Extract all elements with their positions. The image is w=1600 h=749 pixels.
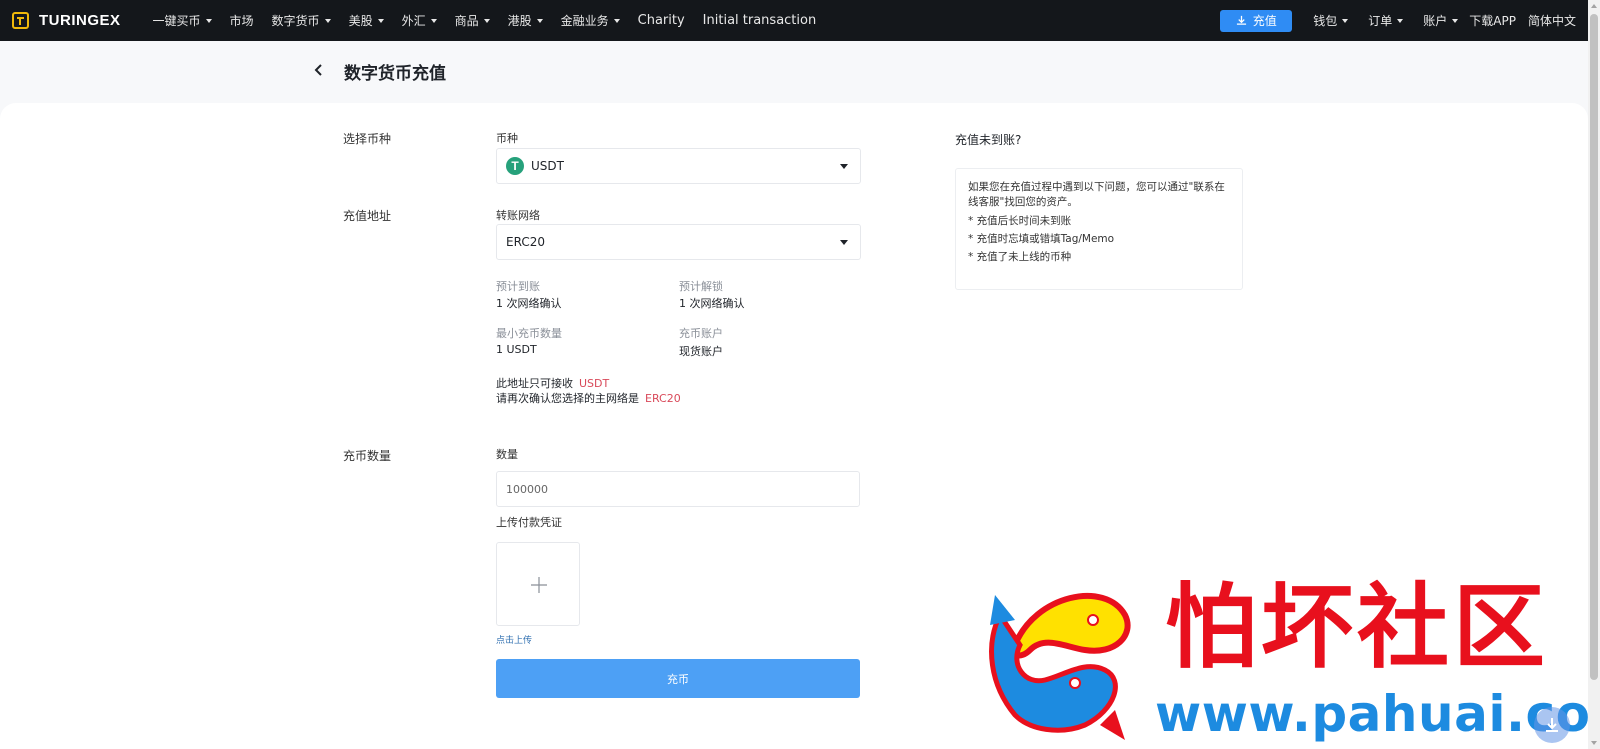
- page-title: 数字货币充值: [344, 64, 446, 84]
- upload-button[interactable]: [496, 542, 580, 626]
- unlock-value: 1 次网络确认: [679, 297, 745, 310]
- nav-item-hk-stocks[interactable]: 港股: [508, 12, 543, 29]
- upload-field-label: 上传付款凭证: [496, 516, 562, 529]
- tether-icon: T: [506, 157, 524, 175]
- chevron-down-icon: [536, 18, 543, 23]
- floating-action-button[interactable]: [1534, 707, 1570, 743]
- nav-item-account[interactable]: 账户: [1423, 12, 1459, 29]
- nav-item-market[interactable]: 市场: [230, 12, 254, 29]
- arrival-label: 预计到账: [496, 280, 540, 293]
- chevron-down-icon: [205, 18, 212, 23]
- logo-icon: [12, 12, 29, 29]
- watermark-fish-logo: [989, 592, 1131, 740]
- scrollbar-thumb[interactable]: [1590, 14, 1598, 680]
- coin-select[interactable]: T USDT: [496, 148, 861, 184]
- plus-icon: [531, 577, 547, 593]
- chevron-down-icon: [1342, 18, 1349, 23]
- help-item: * 充值了未上线的币种: [968, 251, 1072, 263]
- coin-select-value: USDT: [531, 159, 564, 173]
- deposit-button[interactable]: 充值: [1220, 9, 1293, 32]
- page-header: 数字货币充值: [0, 41, 1600, 103]
- quantity-input[interactable]: [496, 471, 860, 507]
- help-box: 如果您在充值过程中遇到以下问题，您可以通过"联系在线客服"找回您的资产。 * 充…: [955, 168, 1243, 290]
- chevron-down-icon: [430, 18, 437, 23]
- network-select[interactable]: ERC20: [496, 224, 861, 260]
- submit-deposit-button[interactable]: 充币: [496, 659, 860, 698]
- chevron-down-icon: [613, 18, 620, 23]
- back-arrow-icon[interactable]: [312, 63, 326, 77]
- chevron-down-icon: [1452, 18, 1459, 23]
- nav-item-forex[interactable]: 外汇: [402, 12, 437, 29]
- nav-item-crypto[interactable]: 数字货币: [272, 12, 331, 29]
- nav-menu: 一键买币 市场 数字货币 美股 外汇 商品 港股 金融业务 Charity In…: [153, 12, 835, 29]
- dropdown-caret-icon: [840, 240, 848, 245]
- min-deposit-value: 1 USDT: [496, 343, 537, 356]
- logo-text: TURINGEX: [39, 12, 121, 29]
- nav-item-us-stocks[interactable]: 美股: [349, 12, 384, 29]
- section-label-select-coin: 选择币种: [343, 132, 392, 146]
- chevron-down-icon: [324, 18, 331, 23]
- top-nav: TURINGEX 一键买币 市场 数字货币 美股 外汇 商品 港股 金融业务 C…: [0, 0, 1600, 41]
- arrival-value: 1 次网络确认: [496, 297, 562, 310]
- network-field-label: 转账网络: [496, 209, 540, 222]
- unlock-label: 预计解锁: [679, 280, 723, 293]
- network-select-value: ERC20: [506, 235, 545, 249]
- chevron-down-icon: [1397, 18, 1404, 23]
- min-deposit-label: 最小充币数量: [496, 327, 562, 340]
- help-intro: 如果您在充值过程中遇到以下问题，您可以通过"联系在线客服"找回您的资产。: [968, 181, 1225, 208]
- nav-item-language[interactable]: 简体中文: [1528, 12, 1576, 29]
- deposit-account-value: 现货账户: [679, 345, 723, 358]
- section-label-address: 充值地址: [343, 209, 392, 223]
- qty-field-label: 数量: [496, 448, 518, 461]
- chevron-down-icon: [377, 18, 384, 23]
- dropdown-caret-icon: [840, 164, 848, 169]
- nav-item-charity[interactable]: Charity: [638, 13, 685, 28]
- coin-field-label: 币种: [496, 132, 518, 145]
- section-label-amount: 充币数量: [343, 449, 392, 463]
- help-item: * 充值后长时间未到账: [968, 215, 1072, 227]
- nav-item-finance[interactable]: 金融业务: [561, 12, 620, 29]
- scrollbar[interactable]: [1588, 0, 1600, 749]
- help-item: * 充值时忘填或错填Tag/Memo: [968, 233, 1115, 245]
- scroll-up-arrow-icon[interactable]: [1591, 4, 1597, 8]
- logo[interactable]: TURINGEX: [12, 12, 121, 29]
- help-title: 充值未到账?: [955, 133, 1022, 147]
- scroll-down-arrow-icon[interactable]: [1591, 741, 1597, 745]
- nav-right: 充值 钱包 订单 账户 下载APP 简体中文: [1220, 0, 1600, 41]
- download-icon: [1546, 718, 1558, 732]
- note-network-highlight: ERC20: [645, 392, 681, 405]
- deposit-account-label: 充币账户: [679, 327, 723, 340]
- address-note: 此地址只可接收 USDT: [496, 377, 610, 390]
- chevron-down-icon: [483, 18, 490, 23]
- upload-hint-link[interactable]: 点击上传: [496, 633, 532, 646]
- nav-item-commodities[interactable]: 商品: [455, 12, 490, 29]
- network-note: 请再次确认您选择的主网络是 ERC20: [496, 392, 681, 405]
- nav-item-orders[interactable]: 订单: [1368, 12, 1404, 29]
- watermark-text: 怕坏社区: [1165, 573, 1550, 681]
- nav-item-initial-transaction[interactable]: Initial transaction: [703, 13, 817, 28]
- nav-item-wallet[interactable]: 钱包: [1313, 12, 1349, 29]
- note-coin-highlight: USDT: [579, 377, 610, 390]
- nav-item-download-app[interactable]: 下载APP: [1469, 12, 1516, 29]
- download-icon: [1236, 15, 1246, 25]
- nav-item-quick-buy[interactable]: 一键买币: [153, 12, 212, 29]
- watermark-url: www.pahuai.com: [1155, 685, 1600, 743]
